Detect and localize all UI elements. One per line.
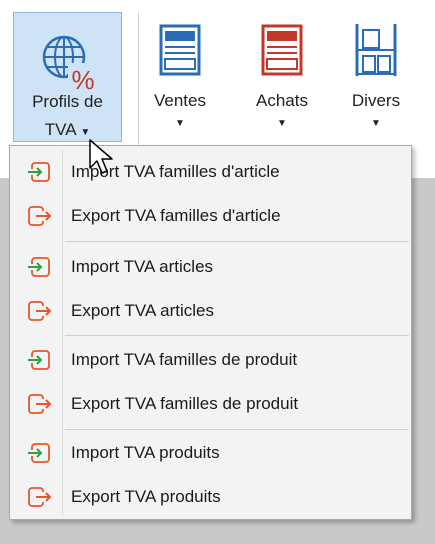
export-icon xyxy=(28,301,52,321)
menu-item-import-articles[interactable]: Import TVA articles xyxy=(12,247,409,287)
menu-separator xyxy=(65,241,409,242)
mouse-pointer-icon xyxy=(89,139,113,174)
tva-dropdown-menu: Import TVA familles d'article Export TVA… xyxy=(9,145,412,520)
achats-label: Achats xyxy=(256,91,308,110)
menu-item-export-articles[interactable]: Export TVA articles xyxy=(12,291,409,331)
globe-percent-icon: % xyxy=(42,35,98,93)
ventes-button[interactable]: Ventes ▼ xyxy=(148,12,212,142)
menu-item-export-produits[interactable]: Export TVA produits xyxy=(12,477,409,517)
ventes-label: Ventes xyxy=(154,91,206,110)
menu-item-label: Import TVA familles de produit xyxy=(71,350,298,369)
chevron-down-icon: ▼ xyxy=(175,118,185,129)
export-icon xyxy=(28,206,52,226)
profils-label-line1: Profils de xyxy=(32,92,103,111)
chevron-down-icon: ▼ xyxy=(371,118,381,129)
menu-item-label: Import TVA articles xyxy=(71,257,214,276)
sales-document-icon xyxy=(159,24,201,76)
menu-item-import-produits[interactable]: Import TVA produits xyxy=(12,433,409,473)
import-icon xyxy=(28,257,50,277)
import-icon xyxy=(28,350,50,370)
shelves-icon xyxy=(355,24,397,76)
chevron-down-icon: ▼ xyxy=(80,127,91,138)
ribbon-separator xyxy=(138,12,139,162)
menu-item-label: Export TVA familles d'article xyxy=(71,206,281,225)
purchase-document-icon xyxy=(261,24,303,76)
menu-item-label: Export TVA produits xyxy=(71,487,221,506)
menu-item-import-familles-article[interactable]: Import TVA familles d'article xyxy=(12,152,409,192)
profils-tva-button[interactable]: % Profils de TVA ▼ xyxy=(13,12,122,142)
menu-item-export-familles-produit[interactable]: Export TVA familles de produit xyxy=(12,384,409,424)
menu-item-import-familles-produit[interactable]: Import TVA familles de produit xyxy=(12,340,409,380)
menu-item-label: Export TVA articles xyxy=(71,301,214,320)
profils-label-tva: TVA xyxy=(44,120,76,139)
export-icon xyxy=(28,487,52,507)
chevron-down-icon: ▼ xyxy=(277,118,287,129)
menu-item-export-familles-article[interactable]: Export TVA familles d'article xyxy=(12,196,409,236)
menu-separator xyxy=(65,335,409,336)
import-icon xyxy=(28,443,50,463)
divers-label: Divers xyxy=(351,91,401,110)
menu-separator xyxy=(65,429,409,430)
menu-item-label: Import TVA produits xyxy=(71,443,220,462)
import-icon xyxy=(28,162,50,182)
export-icon xyxy=(28,394,52,414)
divers-button[interactable]: Divers ▼ xyxy=(338,12,414,142)
achats-button[interactable]: Achats ▼ xyxy=(248,12,316,142)
menu-item-label: Export TVA familles de produit xyxy=(71,394,299,413)
